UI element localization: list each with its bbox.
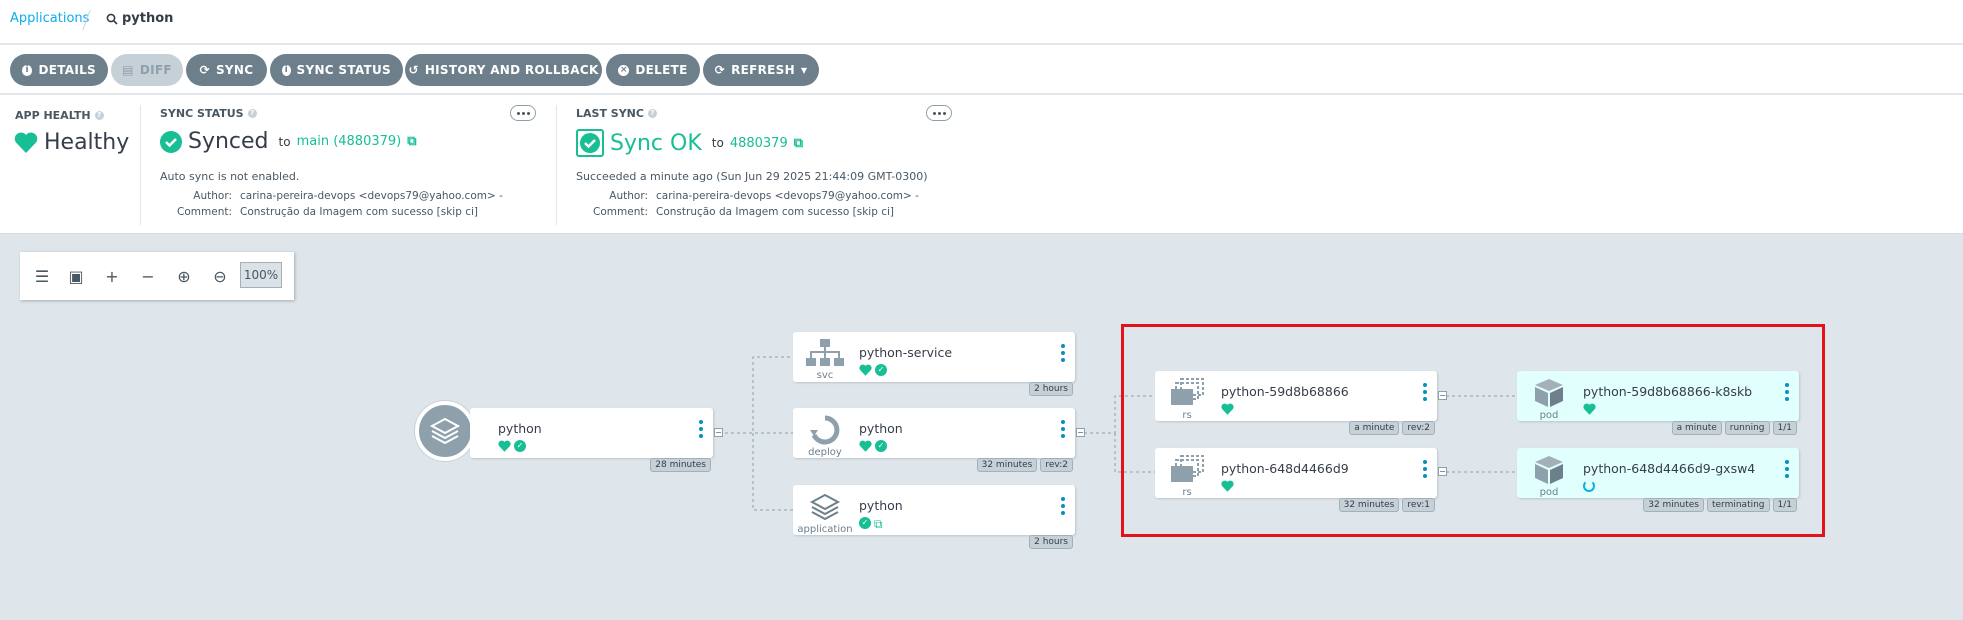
collapse-toggle[interactable]: − bbox=[1076, 428, 1085, 437]
layers-icon bbox=[429, 417, 461, 445]
age-tag: 28 minutes bbox=[650, 458, 711, 472]
node-status-icons: ✓ bbox=[859, 440, 887, 452]
node-svc[interactable]: svc python-service ✓ 2 hours bbox=[793, 332, 1075, 396]
node-kind: application bbox=[797, 524, 853, 535]
collapse-toggle[interactable]: − bbox=[714, 428, 723, 437]
node-kind: svc bbox=[816, 370, 834, 381]
node-tags: 32 minutes rev:2 bbox=[976, 458, 1073, 472]
node-menu-button[interactable] bbox=[699, 420, 703, 438]
node-application[interactable]: application python ✓ ⧉ 2 hours bbox=[793, 485, 1075, 549]
node-status-icons: ✓ ⧉ bbox=[859, 517, 883, 532]
check-circle-icon: ✓ bbox=[875, 440, 887, 452]
external-link-icon[interactable]: ⧉ bbox=[874, 517, 883, 532]
age-tag: 32 minutes bbox=[976, 458, 1038, 472]
age-tag: 2 hours bbox=[1029, 535, 1073, 549]
check-circle-icon: ✓ bbox=[875, 364, 887, 376]
node-menu-button[interactable] bbox=[1061, 344, 1065, 362]
check-circle-icon: ✓ bbox=[859, 517, 871, 529]
node-title: python bbox=[859, 498, 903, 513]
node-deploy[interactable]: deploy python ✓ 32 minutes rev:2 bbox=[793, 408, 1075, 472]
node-menu-button[interactable] bbox=[1061, 420, 1065, 438]
heart-icon bbox=[859, 364, 872, 376]
check-circle-icon: ✓ bbox=[514, 440, 526, 452]
heart-icon bbox=[498, 440, 511, 452]
node-tags: 28 minutes bbox=[650, 458, 711, 472]
node-title: python bbox=[498, 421, 542, 436]
node-title: python-service bbox=[859, 345, 953, 360]
node-status-icons: ✓ bbox=[498, 440, 526, 452]
rev-tag: rev:2 bbox=[1040, 458, 1073, 472]
node-kind: deploy bbox=[808, 447, 842, 458]
node-tags: 2 hours bbox=[1029, 382, 1073, 396]
app-root-icon[interactable] bbox=[415, 401, 475, 461]
node-root-app[interactable]: python ✓ 28 minutes bbox=[470, 408, 713, 472]
node-status-icons: ✓ bbox=[859, 364, 887, 376]
heart-icon bbox=[859, 440, 872, 452]
node-tags: 2 hours bbox=[1029, 535, 1073, 549]
node-menu-button[interactable] bbox=[1061, 497, 1065, 515]
age-tag: 2 hours bbox=[1029, 382, 1073, 396]
highlight-box bbox=[1121, 324, 1825, 537]
node-title: python bbox=[859, 421, 903, 436]
